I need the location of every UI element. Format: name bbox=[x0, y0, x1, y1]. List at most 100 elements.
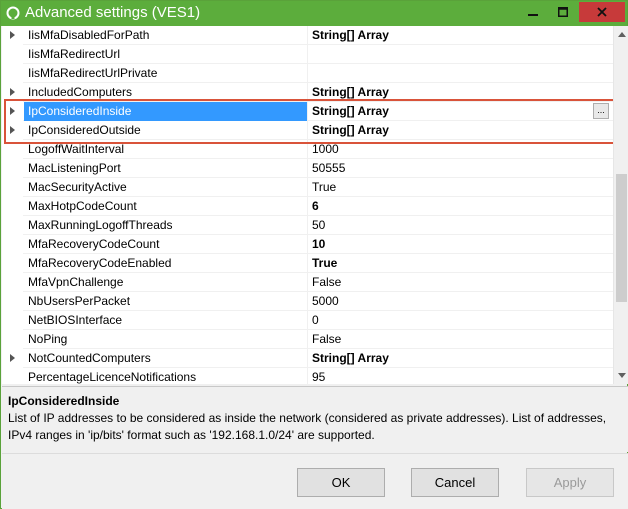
row-gutter bbox=[2, 178, 23, 197]
property-name[interactable]: NbUsersPerPacket bbox=[24, 292, 307, 311]
row-gutter[interactable] bbox=[2, 121, 23, 140]
minimize-button[interactable] bbox=[519, 2, 546, 22]
ok-button[interactable]: OK bbox=[297, 468, 385, 497]
scroll-down-button[interactable] bbox=[614, 367, 628, 384]
minimize-icon bbox=[527, 14, 538, 16]
apply-button[interactable]: Apply bbox=[526, 468, 614, 497]
row-gutter bbox=[2, 254, 23, 273]
property-name[interactable]: NetBIOSInterface bbox=[24, 311, 307, 330]
cancel-button[interactable]: Cancel bbox=[411, 468, 499, 497]
property-value[interactable]: 6 bbox=[308, 197, 614, 216]
property-row[interactable]: MfaVpnChallenge False bbox=[2, 273, 614, 292]
property-row[interactable]: MacSecurityActive True bbox=[2, 178, 614, 197]
advanced-settings-window: Advanced settings (VES1) IisMfaDisabledF… bbox=[0, 0, 628, 509]
property-name[interactable]: IpConsideredOutside bbox=[24, 121, 307, 140]
property-name[interactable]: IncludedComputers bbox=[24, 83, 307, 102]
maximize-icon bbox=[557, 7, 568, 17]
property-value[interactable]: 1000 bbox=[308, 140, 614, 159]
property-row[interactable]: IpConsideredInside String[] Array... bbox=[2, 102, 614, 121]
expand-arrow-icon[interactable] bbox=[10, 126, 15, 134]
property-value[interactable]: String[] Array bbox=[308, 26, 614, 45]
title-bar[interactable]: Advanced settings (VES1) bbox=[1, 1, 627, 26]
dialog-footer: OK Cancel Apply bbox=[2, 453, 628, 509]
description-title: IpConsideredInside bbox=[8, 394, 120, 408]
property-row[interactable]: NoPing False bbox=[2, 330, 614, 349]
property-name[interactable]: MaxRunningLogoffThreads bbox=[24, 216, 307, 235]
property-name[interactable]: MfaRecoveryCodeEnabled bbox=[24, 254, 307, 273]
description-panel: IpConsideredInside List of IP addresses … bbox=[2, 386, 628, 452]
property-row[interactable]: MacListeningPort 50555 bbox=[2, 159, 614, 178]
row-gutter bbox=[2, 140, 23, 159]
property-value[interactable]: String[] Array bbox=[308, 121, 614, 140]
property-name[interactable]: NoPing bbox=[24, 330, 307, 349]
row-gutter bbox=[2, 197, 23, 216]
property-name[interactable]: IisMfaRedirectUrl bbox=[24, 45, 307, 64]
property-name[interactable]: MfaRecoveryCodeCount bbox=[24, 235, 307, 254]
property-name[interactable]: MacSecurityActive bbox=[24, 178, 307, 197]
property-name[interactable]: MacListeningPort bbox=[24, 159, 307, 178]
property-row[interactable]: LogoffWaitInterval 1000 bbox=[2, 140, 614, 159]
property-name[interactable]: LogoffWaitInterval bbox=[24, 140, 307, 159]
row-gutter bbox=[2, 64, 23, 83]
scroll-down-icon bbox=[617, 373, 626, 378]
property-grid: IisMfaDisabledForPath String[] Array IisMf… bbox=[2, 26, 614, 384]
property-name[interactable]: NotCountedComputers bbox=[24, 349, 307, 368]
row-gutter bbox=[2, 273, 23, 292]
close-button[interactable] bbox=[579, 2, 625, 22]
property-row[interactable]: NbUsersPerPacket 5000 bbox=[2, 292, 614, 311]
property-value[interactable]: False bbox=[308, 330, 614, 349]
property-value[interactable]: False bbox=[308, 273, 614, 292]
property-value[interactable]: 95 bbox=[308, 368, 614, 384]
property-value[interactable]: True bbox=[308, 254, 614, 273]
edit-collection-button[interactable]: ... bbox=[593, 103, 609, 119]
row-gutter bbox=[2, 216, 23, 235]
expand-arrow-icon[interactable] bbox=[10, 107, 15, 115]
row-gutter[interactable] bbox=[2, 102, 23, 121]
row-gutter bbox=[2, 45, 23, 64]
property-row[interactable]: MaxHotpCodeCount 6 bbox=[2, 197, 614, 216]
property-value[interactable] bbox=[308, 64, 614, 83]
property-value[interactable]: 50555 bbox=[308, 159, 614, 178]
property-name[interactable]: MaxHotpCodeCount bbox=[24, 197, 307, 216]
maximize-button[interactable] bbox=[549, 2, 576, 22]
property-row[interactable]: IisMfaRedirectUrl bbox=[2, 45, 614, 64]
property-name[interactable]: PercentageLicenceNotifications bbox=[24, 368, 307, 384]
close-icon bbox=[597, 7, 607, 17]
expand-arrow-icon[interactable] bbox=[10, 354, 15, 362]
property-row[interactable]: IisMfaDisabledForPath String[] Array bbox=[2, 26, 614, 45]
property-row[interactable]: IpConsideredOutside String[] Array bbox=[2, 121, 614, 140]
expand-arrow-icon[interactable] bbox=[10, 31, 15, 39]
property-value[interactable]: String[] Array bbox=[308, 83, 614, 102]
property-row[interactable]: NotCountedComputers String[] Array bbox=[2, 349, 614, 368]
property-value[interactable]: 5000 bbox=[308, 292, 614, 311]
property-name[interactable]: MfaVpnChallenge bbox=[24, 273, 307, 292]
scroll-thumb[interactable] bbox=[616, 174, 627, 302]
row-gutter[interactable] bbox=[2, 83, 23, 102]
property-value[interactable] bbox=[308, 45, 614, 64]
property-value[interactable]: String[] Array bbox=[308, 102, 614, 121]
scroll-up-icon bbox=[617, 32, 626, 37]
row-gutter[interactable] bbox=[2, 26, 23, 45]
property-value[interactable]: String[] Array bbox=[308, 349, 614, 368]
scroll-up-button[interactable] bbox=[614, 26, 628, 43]
property-row[interactable]: IisMfaRedirectUrlPrivate bbox=[2, 64, 614, 83]
row-gutter[interactable] bbox=[2, 349, 23, 368]
app-logo-icon bbox=[6, 6, 20, 20]
property-name[interactable]: IisMfaDisabledForPath bbox=[24, 26, 307, 45]
expand-arrow-icon[interactable] bbox=[10, 88, 15, 96]
property-row[interactable]: MfaRecoveryCodeCount 10 bbox=[2, 235, 614, 254]
property-value[interactable]: 10 bbox=[308, 235, 614, 254]
property-name[interactable]: IpConsideredInside bbox=[24, 102, 307, 121]
property-name[interactable]: IisMfaRedirectUrlPrivate bbox=[24, 64, 307, 83]
property-value[interactable]: 0 bbox=[308, 311, 614, 330]
description-text: List of IP addresses to be considered as… bbox=[8, 411, 607, 442]
property-row[interactable]: MfaRecoveryCodeEnabled True bbox=[2, 254, 614, 273]
property-row[interactable]: PercentageLicenceNotifications 95 bbox=[2, 368, 614, 384]
property-row[interactable]: NetBIOSInterface 0 bbox=[2, 311, 614, 330]
property-row[interactable]: MaxRunningLogoffThreads 50 bbox=[2, 216, 614, 235]
property-value[interactable]: 50 bbox=[308, 216, 614, 235]
vertical-scrollbar[interactable] bbox=[613, 26, 628, 384]
property-row[interactable]: IncludedComputers String[] Array bbox=[2, 83, 614, 102]
property-value[interactable]: True bbox=[308, 178, 614, 197]
row-gutter bbox=[2, 235, 23, 254]
